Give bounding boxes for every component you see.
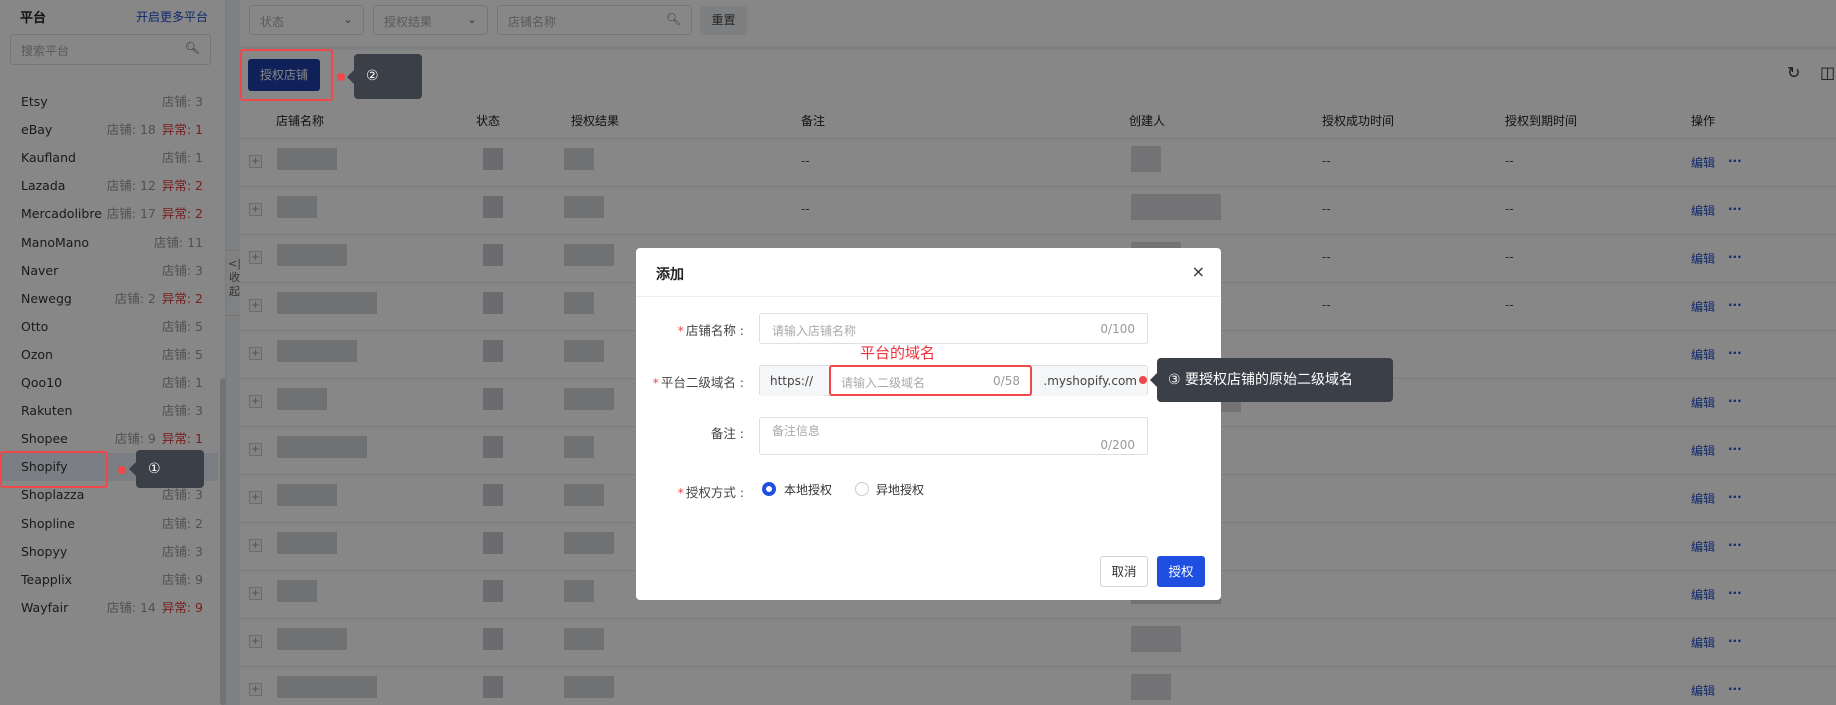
step2-tooltip: ② bbox=[347, 54, 422, 99]
authorize-button[interactable]: 授权 bbox=[1157, 556, 1205, 587]
placeholder: 请输入二级域名 bbox=[841, 376, 926, 390]
annotation-dot bbox=[118, 466, 126, 474]
char-count: 0/100 bbox=[1100, 322, 1135, 336]
divider bbox=[636, 296, 1221, 297]
close-icon[interactable]: × bbox=[1192, 262, 1205, 281]
auth-method-label: * 授权方式 : bbox=[677, 485, 744, 500]
subdomain-input[interactable]: 请输入二级域名 0/58 bbox=[829, 365, 1032, 396]
shop-name-label: * 店铺名称 : bbox=[677, 323, 744, 338]
domain-suffix: .myshopify.com bbox=[1033, 366, 1147, 396]
char-count: 0/58 bbox=[993, 374, 1020, 388]
remark-label: 备注 : bbox=[710, 426, 744, 441]
domain-annotation: 平台的域名 bbox=[860, 344, 936, 362]
annotation-highlight-authorize bbox=[240, 49, 333, 101]
dialog-title: 添加 bbox=[656, 267, 684, 283]
domain-label: * 平台二级域名 : bbox=[652, 375, 744, 390]
cancel-button[interactable]: 取消 bbox=[1100, 556, 1148, 587]
shop-name-input[interactable]: 请输入店铺名称 0/100 bbox=[759, 313, 1148, 344]
remote-auth-label[interactable]: 异地授权 bbox=[876, 481, 924, 498]
char-count: 0/200 bbox=[1100, 438, 1135, 452]
step1-tooltip: ① bbox=[129, 450, 204, 488]
local-auth-label[interactable]: 本地授权 bbox=[784, 481, 832, 498]
annotation-dot bbox=[1139, 376, 1147, 384]
annotation-dot bbox=[337, 73, 345, 81]
step3-tooltip: ③ 要授权店铺的原始二级域名 bbox=[1150, 358, 1393, 402]
placeholder: 备注信息 bbox=[772, 424, 821, 438]
radio-local-auth[interactable] bbox=[762, 482, 776, 496]
domain-prefix: https:// bbox=[760, 366, 824, 396]
annotation-highlight-shopify bbox=[0, 451, 108, 488]
add-shop-dialog: 添加 × * 店铺名称 : 请输入店铺名称 0/100 平台的域名 * 平台二级域名… bbox=[636, 248, 1221, 600]
radio-remote-auth[interactable] bbox=[855, 482, 869, 496]
placeholder: 请输入店铺名称 bbox=[772, 324, 857, 338]
remark-textarea[interactable]: 备注信息 0/200 bbox=[759, 417, 1148, 455]
